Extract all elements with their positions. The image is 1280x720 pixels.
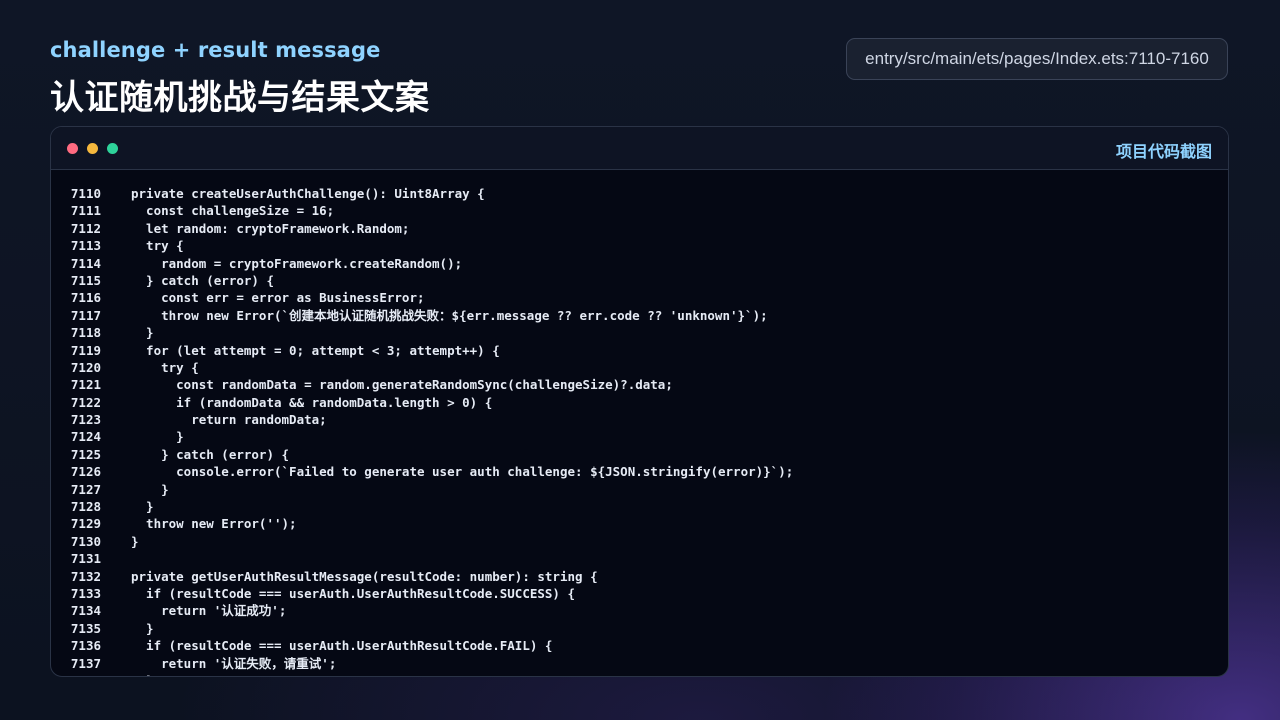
code-line: 7116 const err = error as BusinessError; xyxy=(51,289,1228,306)
code-line: 7110 private createUserAuthChallenge(): U… xyxy=(51,185,1228,202)
code-line: 7117 throw new Error(`创建本地认证随机挑战失败：${err… xyxy=(51,307,1228,324)
code-line: 7114 random = cryptoFramework.createRand… xyxy=(51,255,1228,272)
code-line: 7128 } xyxy=(51,498,1228,515)
line-number: 7129 xyxy=(70,516,101,532)
code-text: try { xyxy=(131,238,184,254)
code-text: console.error(`Failed to generate user a… xyxy=(131,464,794,480)
line-number: 7127 xyxy=(70,481,101,497)
code-text: if (resultCode === userAuth.UserAuthResu… xyxy=(131,585,576,601)
line-number: 7114 xyxy=(70,255,101,271)
window-titlebar: 项目代码截图 xyxy=(51,127,1228,170)
code-line: 7112 let random: cryptoFramework.Random; xyxy=(51,220,1228,237)
code-text: } xyxy=(131,620,154,636)
line-number: 7116 xyxy=(70,290,101,306)
code-line: 7125 } catch (error) { xyxy=(51,446,1228,463)
code-text: } xyxy=(131,429,184,445)
code-line: 7138 } xyxy=(51,672,1228,676)
code-text: return '认证失败，请重试'; xyxy=(131,655,337,671)
code-text: private createUserAuthChallenge(): Uint8… xyxy=(131,186,485,201)
maximize-dot-icon[interactable] xyxy=(107,143,118,154)
line-number: 7122 xyxy=(70,394,101,410)
file-path-badge: entry/src/main/ets/pages/Index.ets:7110-… xyxy=(846,38,1228,80)
code-text: if (resultCode === userAuth.UserAuthResu… xyxy=(131,638,553,654)
code-text: } xyxy=(131,533,139,549)
code-line: 7127 } xyxy=(51,481,1228,498)
line-number: 7118 xyxy=(70,325,101,341)
code-text: try { xyxy=(131,359,199,375)
line-number: 7138 xyxy=(51,672,101,676)
code-text: return randomData; xyxy=(131,412,327,428)
code-text: throw new Error(''); xyxy=(131,516,297,532)
line-number: 7125 xyxy=(70,446,101,462)
code-line: 7135 } xyxy=(51,620,1228,637)
code-window: 项目代码截图 7110 private createUserAuthChallen… xyxy=(50,126,1229,677)
code-line: 7136 if (resultCode === userAuth.UserAut… xyxy=(51,637,1228,654)
line-number: 7133 xyxy=(70,585,101,601)
minimize-dot-icon[interactable] xyxy=(87,143,98,154)
code-text: } xyxy=(131,499,154,515)
line-number: 7128 xyxy=(70,499,101,515)
close-dot-icon[interactable] xyxy=(67,143,78,154)
code-text: private getUserAuthResultMessage(resultC… xyxy=(131,568,598,584)
line-number: 7132 xyxy=(70,568,101,584)
code-text: const randomData = random.generateRandom… xyxy=(131,377,673,393)
code-text: const err = error as BusinessError; xyxy=(131,290,425,306)
code-text: } catch (error) { xyxy=(131,446,290,462)
code-line: 7118 } xyxy=(51,324,1228,341)
line-number: 7135 xyxy=(70,620,101,636)
code-line: 7133 if (resultCode === userAuth.UserAut… xyxy=(51,585,1228,602)
line-number: 7121 xyxy=(70,377,101,393)
line-number: 7134 xyxy=(70,603,101,619)
code-text: return '认证成功'; xyxy=(131,603,287,619)
code-line: 7132 private getUserAuthResultMessage(res… xyxy=(51,568,1228,585)
code-line: 7137 return '认证失败，请重试'; xyxy=(51,655,1228,672)
code-line: 7134 return '认证成功'; xyxy=(51,602,1228,619)
code-line: 7126 console.error(`Failed to generate u… xyxy=(51,463,1228,480)
code-text: let random: cryptoFramework.Random; xyxy=(131,220,410,236)
window-label: 项目代码截图 xyxy=(1115,142,1212,161)
code-line: 7123 return randomData; xyxy=(51,411,1228,428)
code-text: throw new Error(`创建本地认证随机挑战失败：${err.mess… xyxy=(131,307,768,323)
line-number: 7113 xyxy=(70,238,101,254)
code-text: if (randomData && randomData.length > 0)… xyxy=(131,394,493,410)
line-number: 7136 xyxy=(70,638,101,654)
code-line: 7121 const randomData = random.generateR… xyxy=(51,376,1228,393)
code-text: } xyxy=(131,481,169,497)
line-number: 7112 xyxy=(70,220,101,236)
code-line: 7113 try { xyxy=(51,237,1228,254)
line-number: 7124 xyxy=(70,429,101,445)
line-number: 7130 xyxy=(70,533,101,549)
code-line: 7124 } xyxy=(51,428,1228,445)
code-text: } xyxy=(131,325,154,341)
code-text: } xyxy=(131,672,154,676)
line-number: 7120 xyxy=(70,359,101,375)
code-line: 7122 if (randomData && randomData.length… xyxy=(51,394,1228,411)
code-line: 7119 for (let attempt = 0; attempt < 3; … xyxy=(51,342,1228,359)
code-line: 7131 xyxy=(51,550,1228,567)
code-text: } catch (error) { xyxy=(131,272,274,288)
line-number: 7117 xyxy=(70,307,101,323)
code-line: 7115 } catch (error) { xyxy=(51,272,1228,289)
line-number: 7110 xyxy=(70,186,101,201)
code-line: 7111 const challengeSize = 16; xyxy=(51,202,1228,219)
line-number: 7123 xyxy=(70,412,101,428)
code-line: 7129 throw new Error(''); xyxy=(51,515,1228,532)
code-text: const challengeSize = 16; xyxy=(131,203,335,219)
line-number: 7131 xyxy=(70,551,101,567)
code-block: 7110 private createUserAuthChallenge(): U… xyxy=(51,185,1228,676)
line-number: 7137 xyxy=(70,655,101,671)
line-number: 7115 xyxy=(70,272,101,288)
page-title: 认证随机挑战与结果文案 xyxy=(50,78,430,118)
page-subtitle: challenge + result message xyxy=(50,38,381,62)
code-text: for (let attempt = 0; attempt < 3; attem… xyxy=(131,342,500,358)
line-number: 7111 xyxy=(70,203,101,219)
line-number: 7119 xyxy=(70,342,101,358)
code-text: random = cryptoFramework.createRandom(); xyxy=(131,255,463,271)
line-number: 7126 xyxy=(70,464,101,480)
code-line: 7120 try { xyxy=(51,359,1228,376)
code-line: 7130} xyxy=(51,533,1228,550)
